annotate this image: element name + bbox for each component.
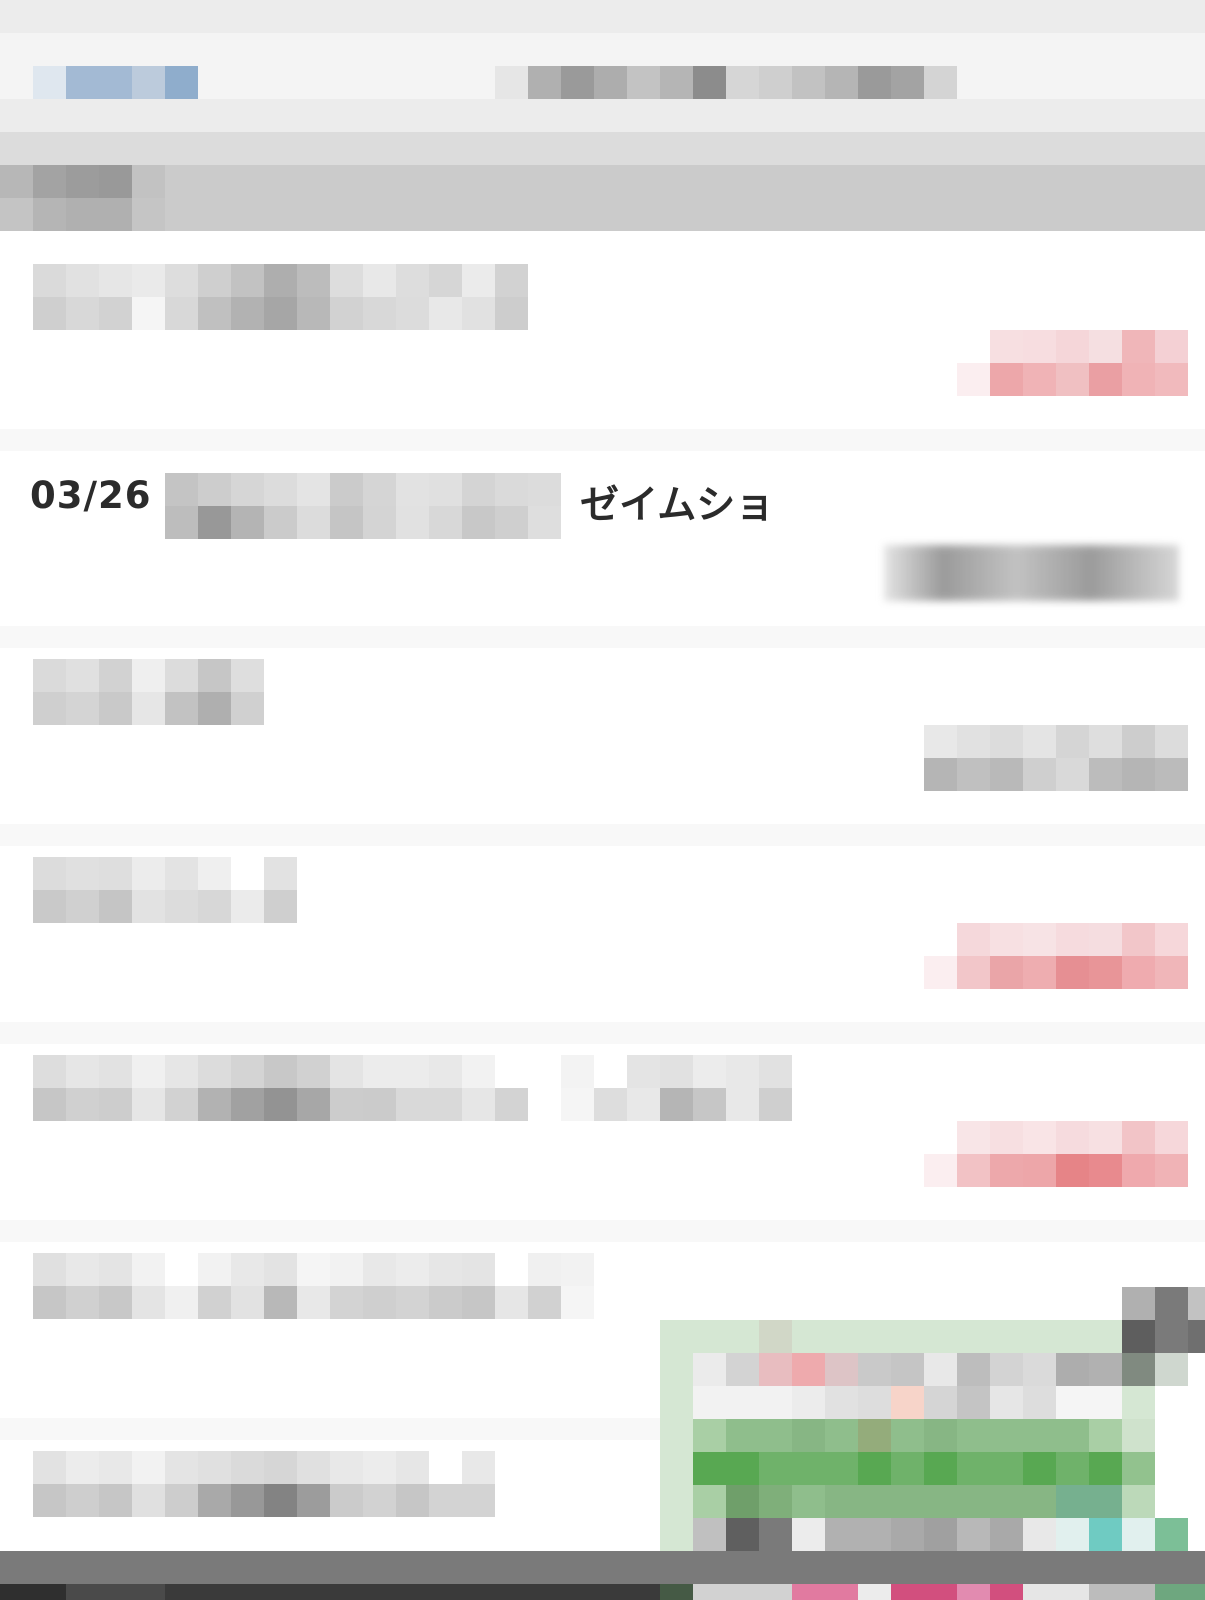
transaction-description-mosaic — [33, 1451, 495, 1517]
transaction-description-mosaic — [33, 1253, 594, 1319]
row-divider — [0, 824, 1205, 846]
row-divider — [0, 429, 1205, 451]
transaction-description-mosaic — [33, 264, 528, 330]
transaction-row[interactable] — [0, 648, 1205, 824]
section-header — [0, 165, 1205, 231]
transaction-payee: ゼイムショ — [580, 483, 775, 528]
row-divider — [0, 1022, 1205, 1044]
row-divider — [0, 1220, 1205, 1242]
transaction-amount-blurred — [884, 545, 1179, 601]
app-title-mosaic — [495, 66, 957, 99]
transaction-amount-mosaic — [957, 330, 1188, 396]
transaction-amount-mosaic — [924, 1121, 1188, 1187]
transaction-description-mosaic — [33, 659, 264, 725]
floating-widget-mosaic — [1122, 1353, 1205, 1584]
transaction-row[interactable] — [0, 1044, 1205, 1220]
row-divider — [0, 626, 1205, 648]
back-link-mosaic[interactable] — [33, 66, 198, 99]
floating-widget-mosaic[interactable] — [1122, 1287, 1205, 1353]
section-header-label-mosaic — [0, 165, 165, 231]
transaction-description-mosaic — [33, 857, 297, 923]
transaction-description-mosaic — [165, 473, 561, 539]
floating-widget-mosaic[interactable] — [660, 1320, 1122, 1584]
transaction-amount-mosaic — [924, 923, 1188, 989]
transaction-date: 03/26 — [30, 474, 152, 517]
transaction-row[interactable] — [0, 846, 1205, 1022]
bottom-navigation-bar — [0, 1551, 1205, 1600]
transaction-description-mosaic — [33, 1055, 792, 1121]
transaction-amount-mosaic — [924, 725, 1188, 791]
filter-bar — [0, 132, 1205, 165]
transaction-row[interactable] — [0, 231, 1205, 429]
